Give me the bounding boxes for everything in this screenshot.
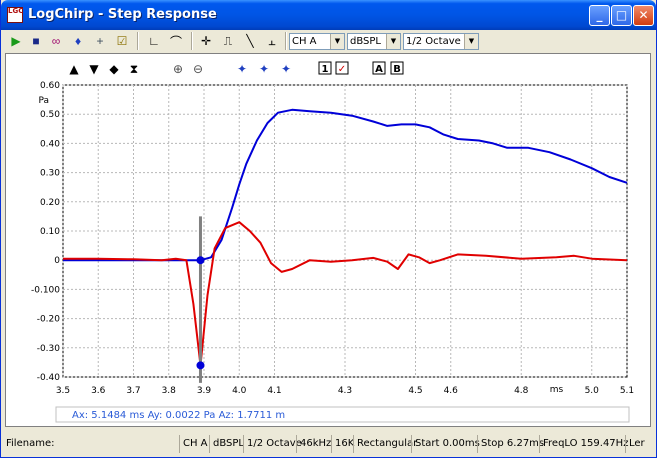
y-tick-label: -0.100 xyxy=(31,285,60,295)
smoothing-select[interactable]: 1/2 Octave ▼ xyxy=(403,33,479,50)
x-tick-label: 3.8 xyxy=(162,386,177,396)
chevron-down-icon: ▼ xyxy=(386,34,400,49)
loop-icon[interactable]: ∞ xyxy=(47,32,65,50)
x-tick-label: 4.1 xyxy=(267,386,281,396)
status-smoothing: 1/2 Octave xyxy=(243,435,302,453)
y-tick-label: 0 xyxy=(54,256,60,266)
cursor-cross-icon[interactable]: ✛ xyxy=(197,32,215,50)
curve-icon[interactable]: ⌒ xyxy=(167,32,185,50)
status-stop: Stop 6.27ms xyxy=(477,435,544,453)
chart-grid xyxy=(62,84,628,378)
crosshair-icon[interactable]: + xyxy=(91,32,109,50)
window-title: LogChirp - Step Response xyxy=(28,7,217,22)
smoothing-select-value: 1/2 Octave xyxy=(406,36,461,47)
title-bar[interactable]: LGC LogChirp - Step Response _ □ ✕ xyxy=(1,0,656,30)
cursor-readout: Ax: 5.1484 ms Ay: 0.0022 Pa Az: 1.7711 m xyxy=(72,410,285,421)
chevron-down-icon: ▼ xyxy=(330,34,344,49)
expand-icon[interactable]: ◆ xyxy=(109,62,119,76)
status-units: dBSPL xyxy=(209,435,244,453)
maximize-button[interactable]: □ xyxy=(611,5,632,26)
status-start: Start 0.00ms xyxy=(411,435,480,453)
check-icon[interactable]: ☑ xyxy=(113,32,131,50)
zoom-in-icon[interactable]: ⊕ xyxy=(173,62,183,76)
mic-icon[interactable]: ♦ xyxy=(69,32,87,50)
cursor-point-red xyxy=(196,361,205,370)
status-rate: 46kHz xyxy=(296,435,331,453)
slope-icon[interactable]: ╲ xyxy=(241,32,259,50)
marker-icon[interactable]: ✦ xyxy=(259,62,269,76)
chevron-down-icon: ▼ xyxy=(464,34,478,49)
marker-icon[interactable]: ✦ xyxy=(281,62,291,76)
plot-panel[interactable]: ▲ ▼ ◆ ⧗ ⊕ ⊖ ✦ ✦ ✦ 1 ✓ A B 0.60 0.50 0.40 0.30 0.20 0.10 0 -… xyxy=(5,53,651,427)
x-tick-labels: 3.5 3.6 3.7 3.8 3.9 4.0 4.1 4.3 4.5 4.6 4.8 5.0 5.1 m… xyxy=(56,385,634,396)
trace-a-toggle: A xyxy=(375,64,383,75)
y-tick-label: 0.20 xyxy=(40,198,60,208)
plot-toolbar: ▲ ▼ ◆ ⧗ ⊕ ⊖ ✦ ✦ ✦ 1 ✓ A B xyxy=(69,61,404,76)
y-tick-labels: 0.60 0.50 0.40 0.30 0.20 0.10 0 -0.100 -0.20 -0.3… xyxy=(31,81,60,383)
x-tick-label: 4.6 xyxy=(444,386,459,396)
x-tick-label: 5.0 xyxy=(585,386,600,396)
units-select[interactable]: dBSPL ▼ xyxy=(347,33,401,50)
x-tick-label: 4.0 xyxy=(232,386,247,396)
y-tick-label: -0.30 xyxy=(37,344,61,354)
marker-icon[interactable]: ✦ xyxy=(237,62,247,76)
app-icon: LGC xyxy=(7,7,23,23)
status-bar: Filename: CH A dBSPL 1/2 Octave 46kHz 16… xyxy=(1,432,656,456)
x-tick-label: 5.1 xyxy=(620,386,634,396)
play-icon[interactable]: ▶ xyxy=(7,32,25,50)
y-tick-label: -0.40 xyxy=(37,373,61,383)
x-tick-label: 3.5 xyxy=(56,386,70,396)
units-select-value: dBSPL xyxy=(350,36,381,47)
y-tick-label: -0.20 xyxy=(37,315,61,325)
x-tick-label: 4.5 xyxy=(408,386,422,396)
y-tick-label: 0.50 xyxy=(40,110,60,120)
y-tick-label: 0.30 xyxy=(40,169,60,179)
fit-icon[interactable]: ⧗ xyxy=(130,62,138,76)
x-tick-label: 3.6 xyxy=(91,386,106,396)
main-toolbar: ▶ ■ ∞ ♦ + ☑ ∟ ⌒ ✛ ⎍ ╲ ⫠ CH A ▼ dBSPL ▼ 1… xyxy=(5,30,653,52)
minimize-button[interactable]: _ xyxy=(589,5,610,26)
impulse-axis-icon[interactable]: ∟ xyxy=(145,32,163,50)
x-tick-label: 3.9 xyxy=(197,386,212,396)
app-window: LGC LogChirp - Step Response _ □ ✕ ▶ ■ ∞… xyxy=(0,0,657,458)
status-len: Ler xyxy=(625,435,645,453)
step-response-chart[interactable]: ▲ ▼ ◆ ⧗ ⊕ ⊖ ✦ ✦ ✦ 1 ✓ A B 0.60 0.50 0.40 0.30 0.20 0.10 0 -… xyxy=(6,54,650,426)
x-tick-label: 4.3 xyxy=(338,386,352,396)
channel-select-value: CH A xyxy=(292,36,317,47)
channel-select[interactable]: CH A ▼ xyxy=(289,33,345,50)
status-window: Rectangular xyxy=(353,435,417,453)
cursor-point-blue xyxy=(196,256,205,265)
scroll-down-icon[interactable]: ▼ xyxy=(89,62,99,76)
toolbar-separator xyxy=(285,32,287,50)
x-tick-label: 4.8 xyxy=(514,386,529,396)
zoom-out-icon[interactable]: ⊖ xyxy=(193,62,203,76)
y-tick-label: 0.40 xyxy=(40,139,60,149)
step-icon[interactable]: ⎍ xyxy=(219,32,237,50)
overlay-check-toggle: ✓ xyxy=(338,64,346,75)
trace-b-toggle: B xyxy=(393,64,401,75)
toolbar-separator xyxy=(137,32,139,50)
save-icon[interactable]: ■ xyxy=(27,32,45,50)
toolbar-separator xyxy=(191,32,193,50)
y-tick-label: 0.60 xyxy=(40,81,60,91)
waterfall-icon[interactable]: ⫠ xyxy=(263,32,281,50)
close-button[interactable]: ✕ xyxy=(633,5,654,26)
x-axis-label: ms xyxy=(550,385,564,395)
y-tick-label: 0.10 xyxy=(40,227,60,237)
status-channel: CH A xyxy=(179,435,208,453)
status-fft: 16K xyxy=(331,435,354,453)
channel-1-toggle: 1 xyxy=(322,64,329,75)
status-filename: Filename: xyxy=(6,438,55,449)
y-axis-label: Pa xyxy=(38,96,49,106)
status-freqlo: FreqLO 159.47Hz xyxy=(539,435,628,453)
scroll-up-icon[interactable]: ▲ xyxy=(69,62,79,76)
x-tick-label: 3.7 xyxy=(126,386,140,396)
